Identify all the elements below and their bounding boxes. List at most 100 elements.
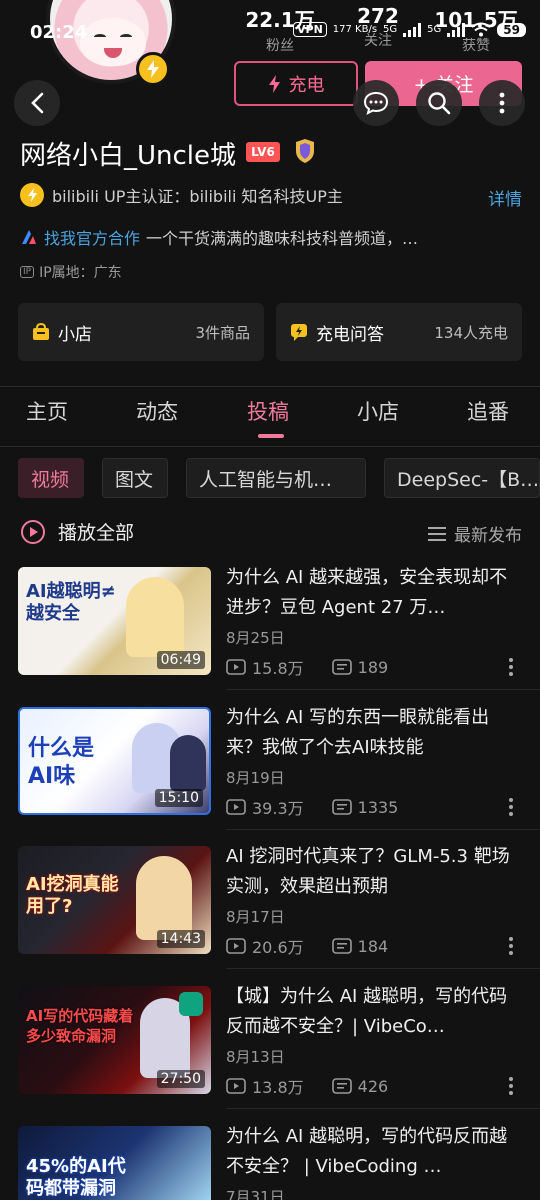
battery-icon: 59 (497, 22, 526, 37)
more-menu-button[interactable] (479, 80, 525, 126)
avatar-eye (120, 34, 132, 40)
network-label: 5G (383, 24, 398, 35)
video-thumbnail[interactable]: AI挖洞真能用了? 14:43 (18, 846, 211, 954)
charge-qa-card[interactable]: 充电问答 134人充电 (276, 303, 522, 361)
chevron-left-icon (31, 92, 44, 114)
danmaku-icon (331, 1078, 352, 1094)
thumbnail-text: AI挖洞真能用了? (26, 874, 119, 917)
more-vertical-icon[interactable] (508, 797, 514, 817)
charge-qa-icon (291, 324, 307, 341)
filter-chip-video[interactable]: 视频 (18, 458, 84, 498)
more-vertical-icon[interactable] (508, 657, 514, 677)
video-duration: 15:10 (154, 789, 203, 807)
play-count-icon (226, 1078, 246, 1094)
video-date: 8月25日 (226, 629, 285, 647)
charge-qa-meta: 134人充电 (434, 323, 508, 342)
tab-dynamics[interactable]: 动态 (136, 396, 178, 426)
video-thumbnail[interactable]: 什么是AI味 15:10 (18, 707, 211, 815)
divider (0, 446, 540, 447)
vpn-icon: VPN (293, 22, 327, 37)
tab-anime[interactable]: 追番 (467, 396, 509, 426)
filter-chip-ai[interactable]: 人工智能与机… (186, 458, 366, 498)
video-date: 7月31日 (226, 1188, 285, 1200)
profile-tabs: 主页 动态 投稿 小店 追番 (0, 396, 540, 438)
thumbnail-text: AI越聪明≠越安全 (26, 581, 116, 624)
danmaku-icon (331, 938, 352, 954)
chat-bubble-icon (363, 91, 389, 115)
video-item[interactable]: 什么是AI味 15:10 为什么 AI 写的东西一眼就能看出来？我做了个去AI味… (0, 707, 540, 847)
video-stats: 20.6万 184 (226, 934, 388, 958)
play-count-icon (226, 659, 246, 675)
more-vertical-icon[interactable] (508, 936, 514, 956)
brand-logo-icon (22, 230, 36, 244)
verification-row: bilibili UP主认证：bilibili 知名科技UP主 (20, 183, 343, 207)
active-tab-indicator (258, 434, 284, 438)
video-thumbnail[interactable]: AI写的代码藏着多少致命漏洞 27:50 (18, 986, 211, 1094)
avatar-eye (94, 34, 106, 40)
back-button[interactable] (14, 80, 60, 126)
message-button[interactable] (353, 80, 399, 126)
avatar-face (80, 18, 146, 66)
video-title[interactable]: AI 挖洞时代真来了？GLM-5.3 靶场实测，效果超出预期 (226, 842, 522, 902)
thumbnail-text: 45%的AI代码都带漏洞 (26, 1156, 126, 1199)
bolt-icon (268, 74, 280, 93)
video-thumbnail[interactable]: AI越聪明≠越安全 06:49 (18, 567, 211, 675)
verified-bolt-icon (20, 183, 44, 207)
danmaku-count: 184 (357, 936, 389, 956)
charge-label: 充电 (288, 74, 325, 96)
bio-text[interactable]: 一个干货满满的趣味科技科普频道，… (146, 225, 418, 249)
charge-button[interactable]: 充电 (234, 61, 358, 106)
video-stats: 39.3万 1335 (226, 795, 398, 819)
play-count-icon (226, 938, 246, 954)
wifi-icon (471, 22, 491, 37)
thumbnail-text: AI写的代码藏着多少致命漏洞 (26, 1007, 134, 1045)
detail-link[interactable]: 详情 (488, 185, 522, 210)
play-all-button[interactable]: 播放全部 (20, 518, 134, 545)
video-thumbnail[interactable]: 45%的AI代码都带漏洞 (18, 1126, 211, 1200)
danmaku-icon (331, 659, 352, 675)
shop-icon (33, 323, 49, 340)
video-title[interactable]: 【城】为什么 AI 越聪明，写的代码反而越不安全？| VibeCo… (226, 982, 522, 1042)
charge-badge-icon (136, 52, 170, 86)
video-item[interactable]: AI写的代码藏着多少致命漏洞 27:50 【城】为什么 AI 越聪明，写的代码反… (0, 986, 540, 1126)
search-button[interactable] (416, 80, 462, 126)
more-vertical-icon[interactable] (508, 1076, 514, 1096)
danmaku-icon (331, 799, 352, 815)
video-item[interactable]: AI挖洞真能用了? 14:43 AI 挖洞时代真来了？GLM-5.3 靶场实测，… (0, 846, 540, 986)
video-item[interactable]: 45%的AI代码都带漏洞 为什么 AI 越聪明，写的代码反而越不安全？ | Vi… (0, 1126, 540, 1200)
status-time: 02:24 (30, 22, 88, 43)
sort-button[interactable]: 最新发布 (428, 521, 522, 546)
charge-qa-title: 充电问答 (316, 324, 384, 345)
thumbnail-character (170, 735, 206, 791)
ip-location-row: IP IP属地：广东 (20, 262, 122, 282)
video-title[interactable]: 为什么 AI 越来越强，安全表现却不进步？豆包 Agent 27 万… (226, 563, 522, 623)
cooperation-link[interactable]: 找我官方合作 (44, 225, 140, 249)
video-title[interactable]: 为什么 AI 写的东西一眼就能看出来？我做了个去AI味技能 (226, 703, 522, 763)
ip-location: IP属地：广东 (39, 265, 122, 281)
filter-chip-deepsec[interactable]: DeepSec-【B… (384, 458, 540, 498)
filter-chip-article[interactable]: 图文 (102, 458, 168, 498)
video-title[interactable]: 为什么 AI 越聪明，写的代码反而越不安全？ | VibeCoding … (226, 1122, 522, 1182)
video-duration: 14:43 (156, 930, 205, 948)
tab-uploads[interactable]: 投稿 (247, 396, 289, 426)
status-icons: VPN 177 KB/s 5G 5G 59 (293, 22, 526, 37)
ip-tag-icon: IP (20, 266, 35, 278)
video-item[interactable]: AI越聪明≠越安全 06:49 为什么 AI 越来越强，安全表现却不进步？豆包 … (0, 567, 540, 707)
video-date: 8月17日 (226, 908, 285, 926)
username: 网络小白_Uncle城 (20, 141, 237, 171)
sort-list-icon (428, 526, 446, 541)
thumbnail-text: 什么是AI味 (28, 736, 95, 789)
danmaku-count: 189 (357, 657, 389, 677)
medal-icon[interactable] (292, 138, 318, 164)
video-stats: 13.8万 426 (226, 1074, 388, 1098)
codex-logo-icon (179, 992, 203, 1016)
cooperation-row: 找我官方合作 一个干货满满的趣味科技科普频道，… (20, 225, 418, 249)
verify-text: bilibili UP主认证：bilibili 知名科技UP主 (52, 187, 343, 206)
tab-shop[interactable]: 小店 (357, 396, 399, 426)
row-divider (226, 829, 540, 830)
shop-card[interactable]: 小店 3件商品 (18, 303, 264, 361)
sort-label: 最新发布 (454, 526, 522, 546)
shop-card-title: 小店 (58, 324, 92, 345)
tab-home[interactable]: 主页 (26, 396, 68, 426)
danmaku-count: 426 (357, 1076, 389, 1096)
